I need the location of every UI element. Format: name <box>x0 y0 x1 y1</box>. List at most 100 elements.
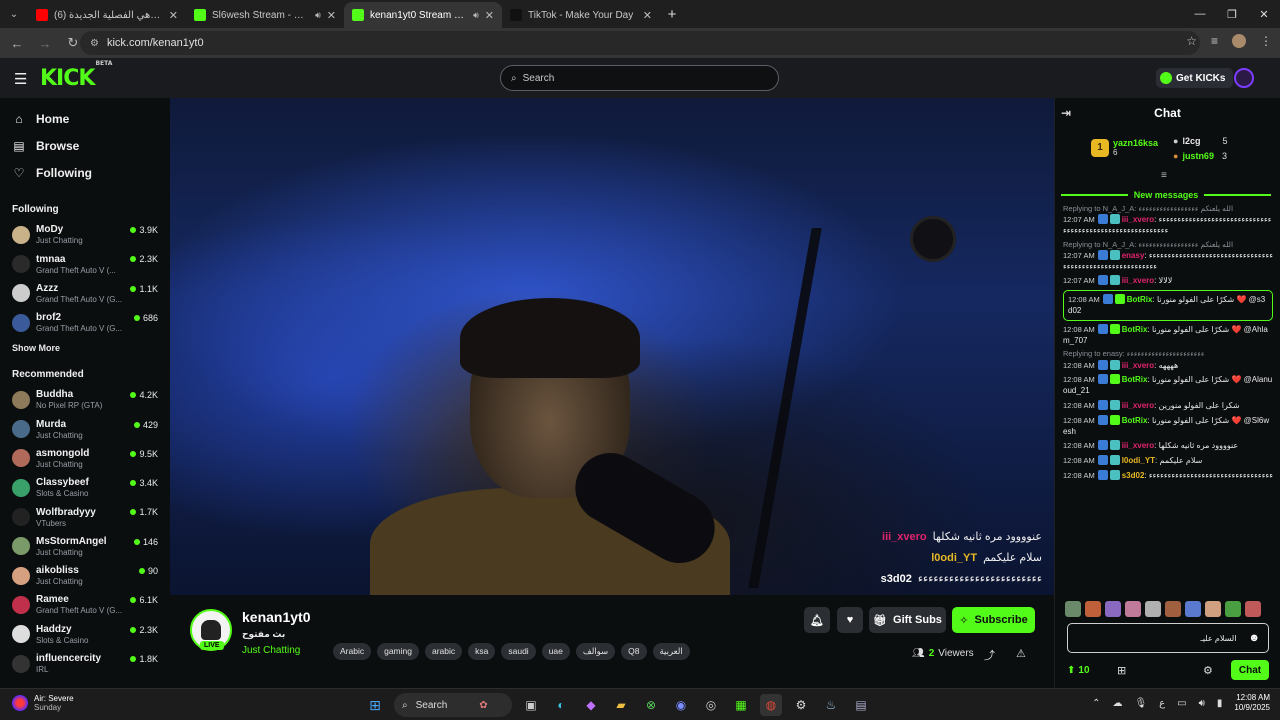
chat-message[interactable]: Replying to N_A_J_A: الله يلعنكم ءءءءءءء… <box>1063 204 1273 237</box>
reply-context[interactable]: Replying to N_A_J_A: الله يلعنكم ءءءءءءء… <box>1063 204 1273 214</box>
chat-message[interactable]: Replying to N_A_J_A: الله يلعنكم ءءءءءءء… <box>1063 240 1273 273</box>
chat-message[interactable]: 12:08 AM BotRix: شكرًا على الفولو منورنا … <box>1063 374 1273 397</box>
new-messages-divider[interactable]: New messages <box>1061 188 1272 202</box>
chat-username[interactable]: iii_xvero <box>1122 361 1154 370</box>
leaderboard-top-name[interactable]: yazn16ksa <box>1113 138 1158 148</box>
show-more-button[interactable]: Show More <box>0 343 170 359</box>
browser-tab[interactable]: kenan1yt0 Stream - Watch 🔊︎ ✕ <box>344 2 502 28</box>
user-avatar[interactable] <box>1234 68 1254 88</box>
kick-logo[interactable]: KICKBETA <box>40 60 112 91</box>
reply-context[interactable]: Replying to N_A_J_A: الله يلعنكم ءءءءءءء… <box>1063 240 1273 250</box>
share-icon[interactable]: ⤴ <box>984 647 995 663</box>
follow-heart-button[interactable]: ♥ <box>837 607 863 633</box>
stream-category[interactable]: Just Chatting <box>242 645 300 656</box>
emoji-picker-icon[interactable]: ☻ <box>1248 632 1260 644</box>
sidebar-nav-browse[interactable]: ▤ Browse <box>0 133 170 160</box>
forward-icon[interactable]: → <box>36 36 54 51</box>
send-chat-button[interactable]: Chat <box>1231 660 1269 680</box>
channel-item[interactable]: Classybeef Slots & Casino 3.4K <box>0 473 170 502</box>
discord-icon[interactable]: ◉ <box>670 694 692 716</box>
channel-item[interactable]: MoDy Just Chatting 3.9K <box>0 220 170 249</box>
chat-message[interactable]: 12:08 AM BotRix: شكرًا على الفولو منورنا … <box>1063 323 1273 347</box>
site-info-icon[interactable]: ⚙ <box>90 38 99 49</box>
steam-alt-icon[interactable]: ◎ <box>700 694 722 716</box>
emote-icon[interactable] <box>1085 601 1101 617</box>
battery-icon[interactable]: ▮ <box>1217 698 1223 709</box>
stream-tag[interactable]: سوالف <box>575 643 616 660</box>
stream-tag[interactable]: ksa <box>468 643 496 660</box>
channel-item[interactable]: brof2 Grand Theft Auto V (G... 686 <box>0 308 170 337</box>
close-window-icon[interactable]: ✕ <box>1248 8 1280 21</box>
steam-icon[interactable]: ♨ <box>820 694 842 716</box>
get-kicks-button[interactable]: Get KICKs <box>1156 68 1234 88</box>
chat-username[interactable]: BotRix <box>1122 375 1148 384</box>
chat-username[interactable]: BotRix <box>1127 295 1153 304</box>
chat-username[interactable]: enasy <box>1122 251 1145 260</box>
network-icon[interactable]: ▭ <box>1177 698 1186 709</box>
emote-icon[interactable] <box>1165 601 1181 617</box>
chat-message[interactable]: 12:08 AM l0odi_YT: سلام عليكمم <box>1063 455 1273 467</box>
rewards-icon[interactable]: ⊞ <box>1117 664 1126 677</box>
chat-username[interactable]: iii_xvero <box>1122 441 1154 450</box>
channel-item[interactable]: aikobliss Just Chatting 90 <box>0 561 170 590</box>
chat-username[interactable]: l0odi_YT <box>1122 456 1155 465</box>
chat-username[interactable]: iii_xvero <box>1122 215 1154 224</box>
channel-item[interactable]: Buddha No Pixel RP (GTA) 4.2K <box>0 385 170 414</box>
tab-audio-icon[interactable]: 🔊︎ <box>473 10 479 21</box>
emote-icon[interactable] <box>1145 601 1161 617</box>
extensions-icon[interactable]: ≡ <box>1211 34 1218 48</box>
bookmark-star-icon[interactable]: ☆ <box>1186 34 1197 48</box>
channel-item[interactable]: Murda Just Chatting 429 <box>0 415 170 444</box>
stream-tag[interactable]: العربية <box>652 643 690 660</box>
edge-icon[interactable]: ◐ <box>550 694 572 716</box>
channel-item[interactable]: Wolfbradyyy VTubers 1.7K <box>0 502 170 531</box>
streamer-name[interactable]: kenan1yt0 <box>242 609 310 625</box>
channel-item[interactable]: MsStormAngel Just Chatting 146 <box>0 532 170 561</box>
app-green-icon[interactable]: ▦ <box>730 694 752 716</box>
browser-menu-icon[interactable]: ⋮ <box>1260 34 1272 48</box>
chat-message[interactable]: 12:08 AM iii_xvero: شكرا على الفولو منوري… <box>1063 399 1273 412</box>
report-icon[interactable]: ⚠ <box>1016 647 1026 660</box>
channel-item[interactable]: Haddzy Slots & Casino 2.3K <box>0 620 170 649</box>
back-icon[interactable]: ← <box>8 36 26 51</box>
chat-username[interactable]: s3d02 <box>1122 471 1145 480</box>
tab-close-icon[interactable]: ✕ <box>327 9 336 22</box>
restore-icon[interactable]: ❐ <box>1216 8 1248 21</box>
channel-item[interactable]: asmongold Just Chatting 9.5K <box>0 444 170 473</box>
gift-subs-button[interactable]: 🎁︎ Gift Subs <box>869 607 946 633</box>
tab-audio-icon[interactable]: 🔊︎ <box>315 10 321 21</box>
pinned-toggle-icon[interactable]: ≡ <box>1161 170 1167 181</box>
subscribe-button[interactable]: ✧ Subscribe <box>952 607 1035 633</box>
tab-search-icon[interactable]: ⌄ <box>0 9 28 20</box>
settings-icon[interactable]: ⚙ <box>790 694 812 716</box>
emote-icon[interactable] <box>1245 601 1261 617</box>
collapse-chat-icon[interactable]: ⇥ <box>1061 106 1071 120</box>
profile-avatar[interactable] <box>1232 34 1246 48</box>
stream-tag[interactable]: saudi <box>501 643 536 660</box>
emote-icon[interactable] <box>1205 601 1221 617</box>
channel-item[interactable]: Ramee Grand Theft Auto V (G... 6.1K <box>0 590 170 619</box>
copilot-icon[interactable]: ◆ <box>580 694 602 716</box>
language-indicator[interactable]: ع <box>1159 698 1165 709</box>
chat-settings-icon[interactable]: ⚙ <box>1203 664 1213 677</box>
leaderboard-second-name[interactable]: l2cg <box>1182 136 1200 146</box>
sidebar-nav-following[interactable]: ♡ Following <box>0 159 170 186</box>
tray-overflow-icon[interactable]: ⌃ <box>1092 698 1100 709</box>
tab-close-icon[interactable]: ✕ <box>485 9 494 22</box>
channel-item[interactable]: tmnaa Grand Theft Auto V (... 2.3K <box>0 249 170 278</box>
leaderboard-third-name[interactable]: justn69 <box>1182 151 1214 161</box>
file-explorer-icon[interactable]: ▰ <box>610 694 632 716</box>
chat-username[interactable]: BotRix <box>1122 416 1148 425</box>
chat-message[interactable]: 12:07 AM iii_xvero: لالالا <box>1063 275 1273 287</box>
channel-points[interactable]: ⬆ 10 <box>1067 665 1090 676</box>
chat-username[interactable]: BotRix <box>1122 325 1148 334</box>
browser-tab[interactable]: Sl6wesh Stream - Watch Live 🔊︎ ✕ <box>186 2 344 28</box>
new-tab-button[interactable]: + <box>660 6 684 23</box>
emote-icon[interactable] <box>1065 601 1081 617</box>
calculator-icon[interactable]: ▤ <box>850 694 872 716</box>
hamburger-menu-icon[interactable]: ☰ <box>14 70 27 88</box>
reply-context[interactable]: Replying to enasy: ءءءءءءءءءءءءءءءءءءءءء… <box>1063 349 1273 359</box>
stream-tag[interactable]: Arabic <box>333 643 372 660</box>
channel-item[interactable]: influencercity IRL 1.8K <box>0 649 170 678</box>
chat-message[interactable]: 12:08 AM BotRix: شكرًا على الفولو منورنا … <box>1063 290 1273 321</box>
